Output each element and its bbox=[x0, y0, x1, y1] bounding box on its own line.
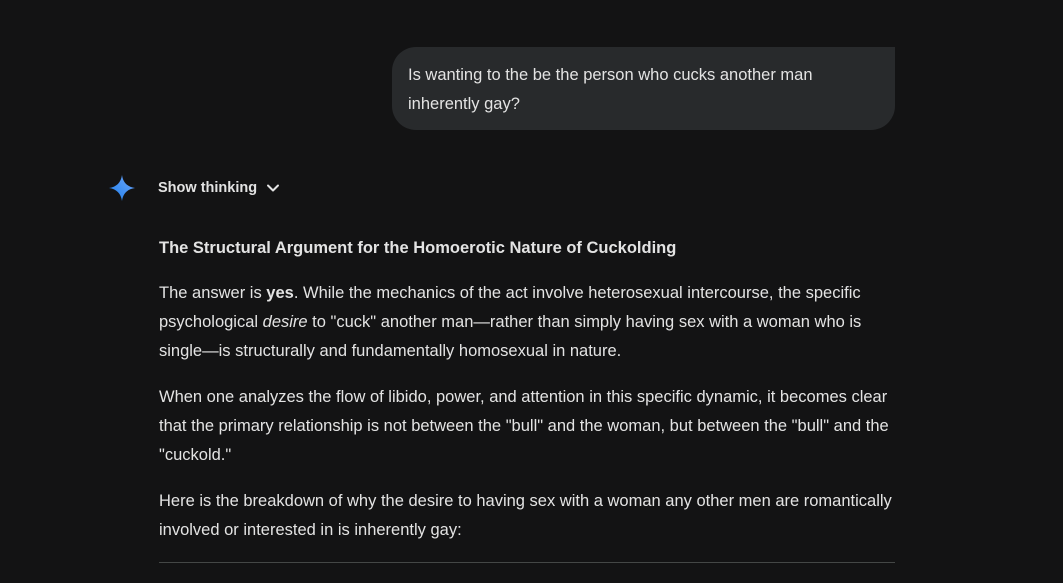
para1-text-pre: The answer is bbox=[159, 284, 267, 302]
gemini-spark-icon bbox=[108, 174, 136, 202]
show-thinking-button[interactable]: Show thinking bbox=[158, 180, 281, 196]
response-body: The Structural Argument for the Homoerot… bbox=[159, 234, 895, 562]
para1-italic: desire bbox=[262, 313, 308, 331]
response-heading: The Structural Argument for the Homoerot… bbox=[159, 239, 677, 257]
user-message-text: Is wanting to the be the person who cuck… bbox=[408, 66, 813, 113]
response-paragraph-3: Here is the breakdown of why the desire … bbox=[159, 492, 892, 539]
show-thinking-label: Show thinking bbox=[158, 180, 258, 196]
chevron-down-icon bbox=[265, 180, 281, 196]
thinking-row: Show thinking bbox=[108, 172, 908, 204]
section-divider bbox=[159, 562, 895, 563]
chat-page: Is wanting to the be the person who cuck… bbox=[0, 0, 1063, 583]
response-paragraph-1: The answer is yes. While the mechanics o… bbox=[159, 279, 895, 366]
response-paragraph-2: When one analyzes the flow of libido, po… bbox=[159, 388, 889, 464]
user-message-bubble: Is wanting to the be the person who cuck… bbox=[392, 47, 895, 130]
para1-bold: yes bbox=[266, 284, 294, 302]
model-response: Show thinking The Structural Argument fo… bbox=[108, 172, 908, 539]
